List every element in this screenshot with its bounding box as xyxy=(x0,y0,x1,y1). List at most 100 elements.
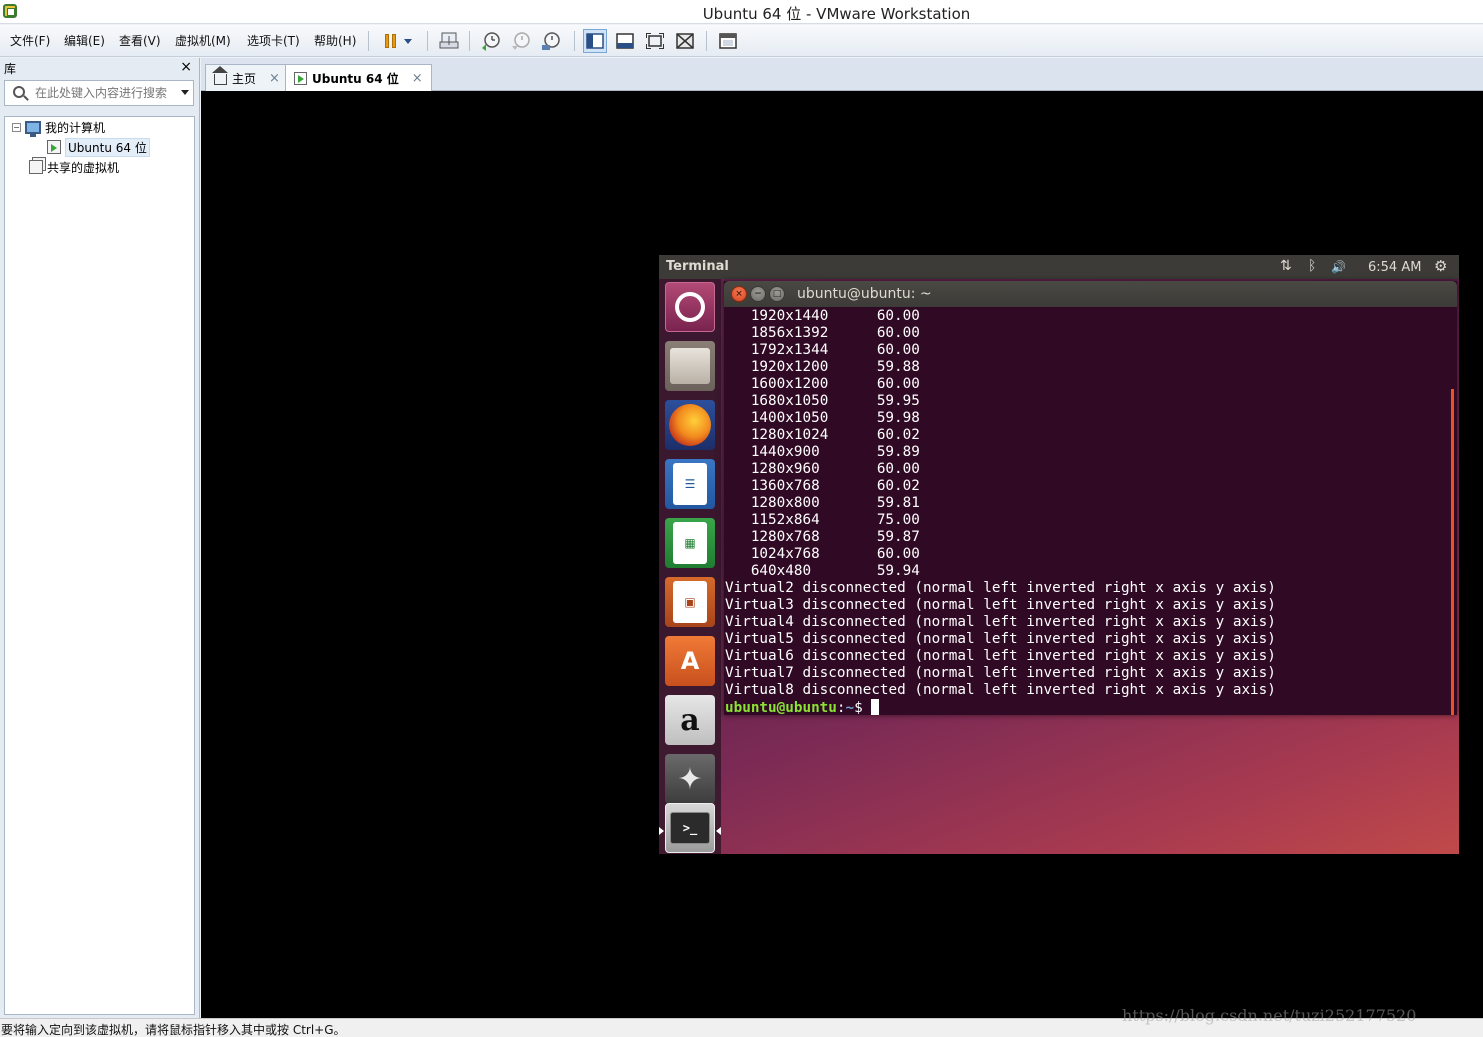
xrandr-output-line: Virtual4 disconnected (normal left inver… xyxy=(725,614,1276,630)
terminal-scrollbar[interactable] xyxy=(1451,389,1454,715)
tab-ubuntu-vm[interactable]: Ubuntu 64 位 × xyxy=(285,64,432,92)
calc-spreadsheet-icon: ▦ xyxy=(673,522,707,564)
launcher-amazon[interactable]: a xyxy=(665,695,715,745)
mode-resolution: 1792x1344 xyxy=(750,342,829,358)
mode-refresh-rate: 60.02 xyxy=(876,427,920,443)
menu-view[interactable]: 查看(V) xyxy=(119,32,161,49)
library-view-icon xyxy=(586,33,604,49)
xrandr-output-line: Virtual7 disconnected (normal left inver… xyxy=(725,665,1276,681)
take-snapshot-button[interactable] xyxy=(479,29,503,53)
mode-resolution: 1280x960 xyxy=(750,461,820,477)
library-tree: − 我的计算机 Ubuntu 64 位 共享的虚拟机 xyxy=(4,116,195,1015)
launcher-software-center[interactable]: A xyxy=(665,636,715,686)
bluetooth-icon[interactable]: ᛒ xyxy=(1308,258,1316,274)
home-icon xyxy=(212,66,228,85)
menu-help[interactable]: 帮助(H) xyxy=(314,32,356,49)
ubuntu-desktop[interactable]: Terminal ⇅ ᛒ 🔊 6:54 AM ⚙ ☰ ▦ ▣ A a ✦ >_ … xyxy=(659,255,1459,854)
tree-item-shared-vms[interactable]: 共享的虚拟机 xyxy=(29,157,119,177)
menu-tabs[interactable]: 选项卡(T) xyxy=(247,32,300,49)
window-minimize-button[interactable]: − xyxy=(750,286,766,302)
mode-resolution: 1856x1392 xyxy=(750,325,829,341)
clock[interactable]: 6:54 AM xyxy=(1368,260,1421,275)
launcher-libreoffice-impress[interactable]: ▣ xyxy=(665,577,715,627)
ubuntu-top-panel: Terminal ⇅ ᛒ 🔊 6:54 AM ⚙ xyxy=(659,255,1459,279)
menu-vm[interactable]: 虚拟机(M) xyxy=(175,32,231,49)
shell-prompt-line[interactable]: ubuntu@ubuntu:~$ xyxy=(725,699,1457,715)
show-library-button[interactable] xyxy=(583,29,607,53)
unity-launcher: ☰ ▦ ▣ A a ✦ >_ xyxy=(659,279,721,854)
power-dropdown-button[interactable] xyxy=(400,29,416,53)
tab-home[interactable]: 主页 × xyxy=(205,64,289,91)
unity-button[interactable] xyxy=(673,29,697,53)
mode-refresh-rate: 60.00 xyxy=(876,376,920,392)
terminal-title-bar[interactable]: × − □ ubuntu@ubuntu: ~ xyxy=(724,281,1457,307)
prompt-user: ubuntu@ubuntu xyxy=(725,700,837,715)
status-message: 要将输入定向到该虚拟机，请将鼠标指针移入其中或按 Ctrl+G。 xyxy=(1,1023,346,1037)
terminal-window[interactable]: × − □ ubuntu@ubuntu: ~ 1920x1440 60.00 18… xyxy=(724,281,1457,715)
library-header: 库 × xyxy=(0,58,200,78)
revert-snapshot-button[interactable] xyxy=(509,29,533,53)
window-title-bar[interactable]: Ubuntu 64 位 - VMware Workstation xyxy=(0,0,1483,24)
prompt-separator: : xyxy=(836,700,846,715)
launcher-libreoffice-calc[interactable]: ▦ xyxy=(665,518,715,568)
pause-button[interactable] xyxy=(378,29,402,53)
launcher-terminal[interactable]: >_ xyxy=(665,803,715,853)
xrandr-mode-line: 1280x960 60.00 xyxy=(725,461,1457,478)
toolbar-separator xyxy=(469,31,470,51)
library-close-button[interactable]: × xyxy=(180,59,192,75)
library-title: 库 xyxy=(4,62,17,76)
mode-refresh-rate: 59.87 xyxy=(876,529,920,545)
tree-item-ubuntu-vm[interactable]: Ubuntu 64 位 xyxy=(47,137,150,157)
send-ctrl-alt-del-button[interactable] xyxy=(437,29,461,53)
mode-resolution: 1400x1050 xyxy=(750,410,829,426)
launcher-libreoffice-writer[interactable]: ☰ xyxy=(665,459,715,509)
xrandr-mode-line: 1680x1050 59.95 xyxy=(725,393,1457,410)
xrandr-mode-line: 1280x768 59.87 xyxy=(725,529,1457,546)
mode-resolution: 1440x900 xyxy=(750,444,820,460)
library-search-box[interactable] xyxy=(4,80,194,106)
send-keys-icon xyxy=(439,32,459,49)
terminal-output[interactable]: 1920x1440 60.00 1856x1392 60.00 1792x1344 6… xyxy=(724,308,1457,715)
running-indicator-icon xyxy=(659,827,664,835)
network-icon[interactable]: ⇅ xyxy=(1280,258,1292,274)
snapshot-manager-button[interactable] xyxy=(539,29,563,53)
terminal-icon: >_ xyxy=(670,812,710,844)
mode-resolution: 1920x1440 xyxy=(750,308,829,324)
shared-vms-icon xyxy=(29,160,43,174)
library-search-input[interactable] xyxy=(35,84,175,102)
console-view-button[interactable] xyxy=(716,29,740,53)
tree-item-my-computer[interactable]: − 我的计算机 xyxy=(12,117,105,137)
search-icon xyxy=(13,86,25,98)
mode-refresh-rate: 59.98 xyxy=(876,410,920,426)
window-maximize-button[interactable]: □ xyxy=(769,286,785,302)
menu-edit[interactable]: 编辑(E) xyxy=(64,32,105,49)
tree-collapse-toggle[interactable]: − xyxy=(12,122,21,132)
session-gear-icon[interactable]: ⚙ xyxy=(1434,257,1447,275)
launcher-firefox[interactable] xyxy=(665,400,715,450)
firefox-icon xyxy=(669,404,711,446)
mode-refresh-rate: 59.89 xyxy=(876,444,920,460)
launcher-system-settings[interactable]: ✦ xyxy=(665,754,715,804)
tab-close-button[interactable]: × xyxy=(412,71,423,86)
mode-refresh-rate: 59.95 xyxy=(876,393,920,409)
menu-file[interactable]: 文件(F) xyxy=(10,32,50,49)
xrandr-mode-line: 1440x900 59.89 xyxy=(725,444,1457,461)
mode-resolution: 1920x1200 xyxy=(750,359,829,375)
mode-resolution: 1680x1050 xyxy=(750,393,829,409)
xrandr-mode-line: 1792x1344 60.00 xyxy=(725,342,1457,359)
console-view-icon xyxy=(719,33,737,49)
launcher-files[interactable] xyxy=(665,341,715,391)
chevron-down-icon[interactable] xyxy=(181,90,189,95)
tab-close-button[interactable]: × xyxy=(269,71,280,86)
volume-icon[interactable]: 🔊 xyxy=(1331,260,1346,274)
launcher-dash[interactable] xyxy=(665,282,715,332)
window-close-button[interactable]: × xyxy=(731,286,747,302)
unity-icon xyxy=(676,33,694,49)
thumbnail-bar-button[interactable] xyxy=(613,29,637,53)
xrandr-output-line: Virtual6 disconnected (normal left inver… xyxy=(725,648,1276,664)
mode-resolution: 1280x800 xyxy=(750,495,820,511)
dropdown-arrow-icon xyxy=(404,38,412,44)
vm-console[interactable]: Terminal ⇅ ᛒ 🔊 6:54 AM ⚙ ☰ ▦ ▣ A a ✦ >_ … xyxy=(201,91,1483,1018)
fullscreen-button[interactable] xyxy=(643,29,667,53)
xrandr-mode-line: 1280x800 59.81 xyxy=(725,495,1457,512)
